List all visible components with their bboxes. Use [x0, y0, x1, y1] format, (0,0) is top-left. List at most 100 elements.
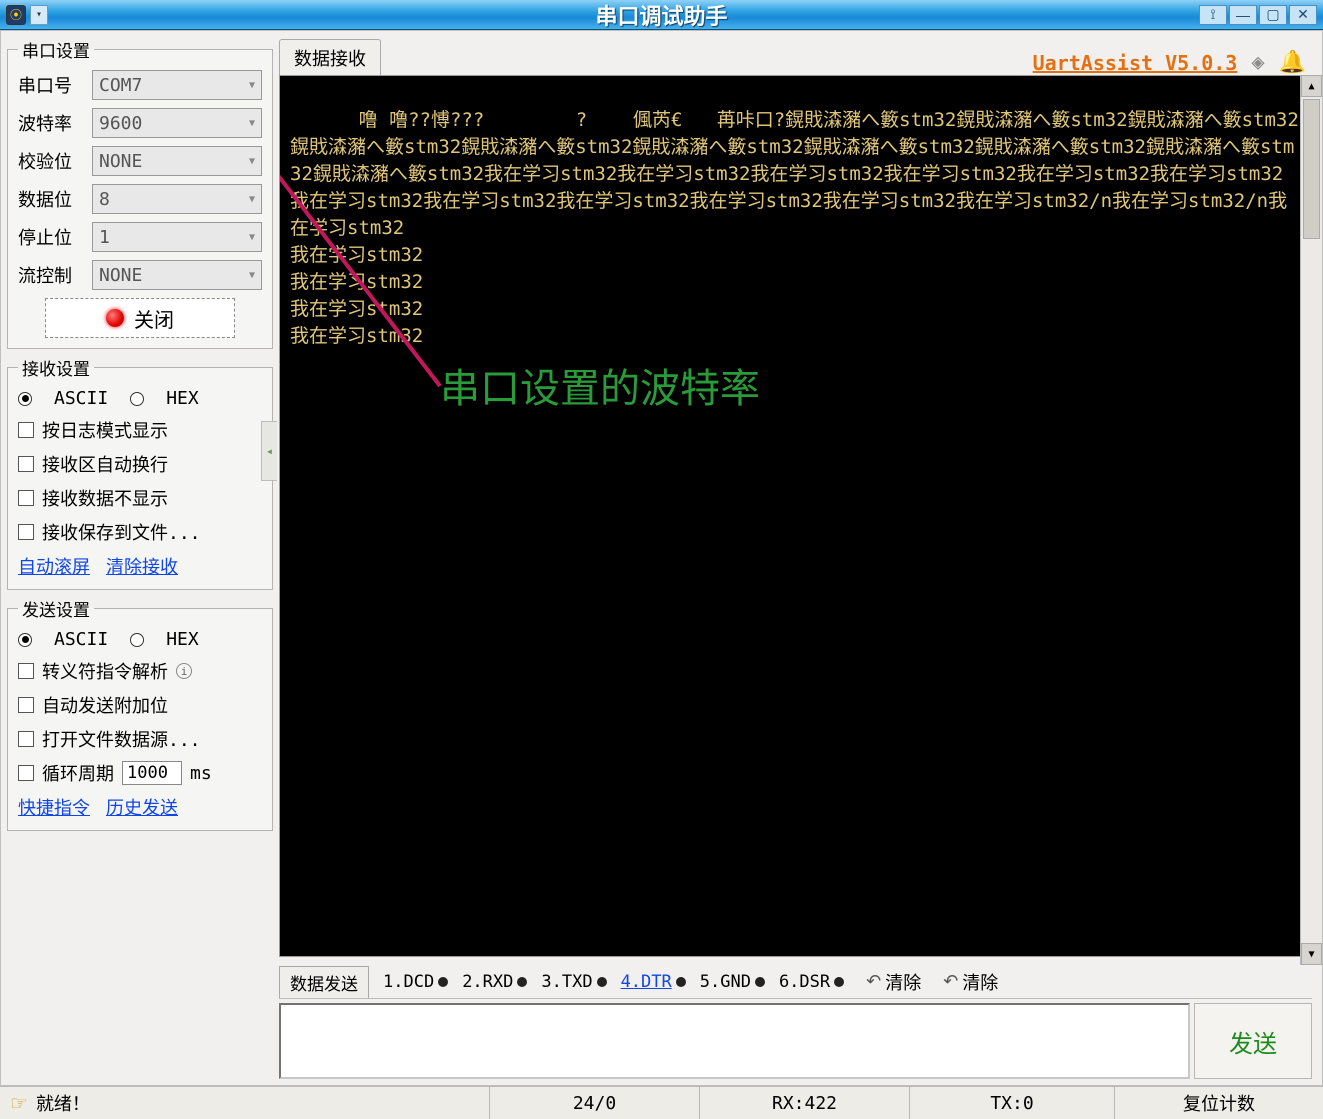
port-combo[interactable]: COM7 ▼: [92, 70, 262, 100]
client-area: 串口设置 串口号 COM7 ▼ 波特率 9600 ▼ 校验位 NONE: [0, 30, 1323, 1086]
clear-send-left[interactable]: ↶清除: [866, 969, 921, 995]
pin-txd[interactable]: 3.TXD: [541, 972, 606, 992]
recv-hex-label: HEX: [166, 388, 199, 409]
save-file-checkbox[interactable]: [18, 524, 34, 540]
scroll-thumb[interactable]: [1303, 99, 1320, 239]
terminal-text: 噜 噜??愽??? ? 偑芮€ 苒咔口?鎤戝潹瀦へ籔stm32鎤戝潹瀦へ籔stm…: [290, 109, 1299, 347]
send-tab[interactable]: 数据发送: [279, 966, 369, 998]
autowrap-checkbox[interactable]: [18, 456, 34, 472]
scroll-down-icon[interactable]: ▼: [1301, 943, 1322, 965]
chevron-down-icon: ▼: [249, 118, 255, 129]
auto-append-checkbox[interactable]: [18, 697, 34, 713]
port-value: COM7: [99, 75, 142, 96]
hide-recv-label: 接收数据不显示: [42, 485, 168, 511]
main-panel: ◂ 数据接收 UartAssist V5.0.3 ◈ 🔔 噜 噜??愽??? ?…: [279, 31, 1322, 1085]
sidebar: 串口设置 串口号 COM7 ▼ 波特率 9600 ▼ 校验位 NONE: [1, 31, 279, 1085]
pin-dtr[interactable]: 4.DTR: [621, 972, 686, 992]
auto-append-label: 自动发送附加位: [42, 692, 168, 718]
diamond-icon[interactable]: ◈: [1251, 50, 1264, 75]
close-button[interactable]: ✕: [1289, 5, 1317, 25]
send-hex-radio[interactable]: [130, 633, 144, 647]
auto-scroll-link[interactable]: 自动滚屏: [18, 553, 90, 579]
recv-ascii-label: ASCII: [54, 388, 108, 409]
connect-toggle-label: 关闭: [134, 304, 174, 333]
connection-status-icon: [106, 309, 124, 327]
send-input[interactable]: [279, 1003, 1190, 1079]
serial-settings-group: 串口设置 串口号 COM7 ▼ 波特率 9600 ▼ 校验位 NONE: [7, 37, 273, 349]
baud-combo[interactable]: 9600 ▼: [92, 108, 262, 138]
stopbits-label: 停止位: [18, 224, 82, 250]
recv-ascii-radio[interactable]: [18, 392, 32, 406]
info-icon[interactable]: i: [176, 663, 192, 679]
window-title: 串口调试助手: [0, 0, 1323, 31]
flowctrl-label: 流控制: [18, 262, 82, 288]
pin-rxd[interactable]: 2.RXD: [462, 972, 527, 992]
chevron-down-icon: ▼: [249, 156, 255, 167]
main-header: 数据接收 UartAssist V5.0.3 ◈ 🔔: [279, 37, 1312, 75]
escape-label: 转义符指令解析: [42, 658, 168, 684]
flowctrl-combo[interactable]: NONE ▼: [92, 260, 262, 290]
send-button[interactable]: 发送: [1194, 1003, 1312, 1079]
clear-recv-link[interactable]: 清除接收: [106, 553, 178, 579]
parity-combo[interactable]: NONE ▼: [92, 146, 262, 176]
pin-button[interactable]: ⟟: [1199, 5, 1227, 25]
pin-dsr[interactable]: 6.DSR: [779, 972, 844, 992]
pin-dcd[interactable]: 1.DCD: [383, 972, 448, 992]
send-area: 数据发送 1.DCD 2.RXD 3.TXD 4.DTR 5.GND 6.DSR…: [279, 967, 1312, 1079]
status-counter: 24/0: [490, 1087, 700, 1119]
minimize-button[interactable]: —: [1229, 5, 1257, 25]
status-ready: ☞ 就绪！: [0, 1087, 490, 1119]
parity-label: 校验位: [18, 148, 82, 174]
scroll-up-icon[interactable]: ▲: [1301, 75, 1322, 97]
baud-label: 波特率: [18, 110, 82, 136]
brand-link[interactable]: UartAssist V5.0.3: [1033, 51, 1238, 75]
receive-settings-legend: 接收设置: [18, 355, 94, 380]
serial-settings-legend: 串口设置: [18, 37, 94, 62]
log-mode-label: 按日志模式显示: [42, 417, 168, 443]
chevron-down-icon: ▼: [249, 232, 255, 243]
shortcut-link[interactable]: 快捷指令: [18, 794, 90, 820]
cycle-unit: ms: [190, 763, 212, 784]
app-icon: ⦿: [6, 5, 26, 25]
recv-tab[interactable]: 数据接收: [279, 39, 381, 76]
hand-icon: ☞: [10, 1091, 28, 1116]
autowrap-label: 接收区自动换行: [42, 451, 168, 477]
cycle-checkbox[interactable]: [18, 765, 34, 781]
status-tx: TX:0: [910, 1087, 1115, 1119]
open-file-checkbox[interactable]: [18, 731, 34, 747]
cycle-label: 循环周期: [42, 760, 114, 786]
cycle-input[interactable]: [122, 761, 182, 785]
maximize-button[interactable]: ▢: [1259, 5, 1287, 25]
hide-recv-checkbox[interactable]: [18, 490, 34, 506]
databits-value: 8: [99, 189, 110, 210]
bell-icon[interactable]: 🔔: [1279, 50, 1306, 75]
terminal-scrollbar[interactable]: ▲ ▼: [1300, 75, 1322, 965]
chevron-down-icon: ▼: [249, 270, 255, 281]
baud-value: 9600: [99, 113, 142, 134]
connect-toggle-button[interactable]: 关闭: [45, 298, 235, 338]
clear-send-right[interactable]: ↶清除: [943, 969, 998, 995]
send-settings-group: 发送设置 ASCII HEX 转义符指令解析 i 自动发送附加位 打开文件数据源…: [7, 596, 273, 831]
chevron-down-icon: ▼: [249, 80, 255, 91]
stopbits-combo[interactable]: 1 ▼: [92, 222, 262, 252]
databits-label: 数据位: [18, 186, 82, 212]
pin-gnd[interactable]: 5.GND: [700, 972, 765, 992]
titlebar-menu-dropdown[interactable]: ▾: [30, 5, 48, 25]
stopbits-value: 1: [99, 227, 110, 248]
status-bar: ☞ 就绪！ 24/0 RX:422 TX:0 复位计数: [0, 1086, 1323, 1119]
sidebar-collapse-handle[interactable]: ◂: [261, 421, 277, 481]
recv-hex-radio[interactable]: [130, 392, 144, 406]
annotation-overlay-text: 串口设置的波特率: [440, 376, 760, 403]
reset-counter-button[interactable]: 复位计数: [1115, 1087, 1323, 1119]
titlebar: ⦿ ▾ 串口调试助手 ⟟ — ▢ ✕: [0, 0, 1323, 30]
send-ascii-label: ASCII: [54, 629, 108, 650]
undo-arrow-icon: ↶: [866, 971, 881, 992]
receive-settings-group: 接收设置 ASCII HEX 按日志模式显示 接收区自动换行 接收数据不显示 接…: [7, 355, 273, 590]
escape-checkbox[interactable]: [18, 663, 34, 679]
send-hex-label: HEX: [166, 629, 199, 650]
receive-terminal[interactable]: 噜 噜??愽??? ? 偑芮€ 苒咔口?鎤戝潹瀦へ籔stm32鎤戝潹瀦へ籔stm…: [279, 75, 1312, 957]
send-ascii-radio[interactable]: [18, 633, 32, 647]
databits-combo[interactable]: 8 ▼: [92, 184, 262, 214]
history-link[interactable]: 历史发送: [106, 794, 178, 820]
log-mode-checkbox[interactable]: [18, 422, 34, 438]
